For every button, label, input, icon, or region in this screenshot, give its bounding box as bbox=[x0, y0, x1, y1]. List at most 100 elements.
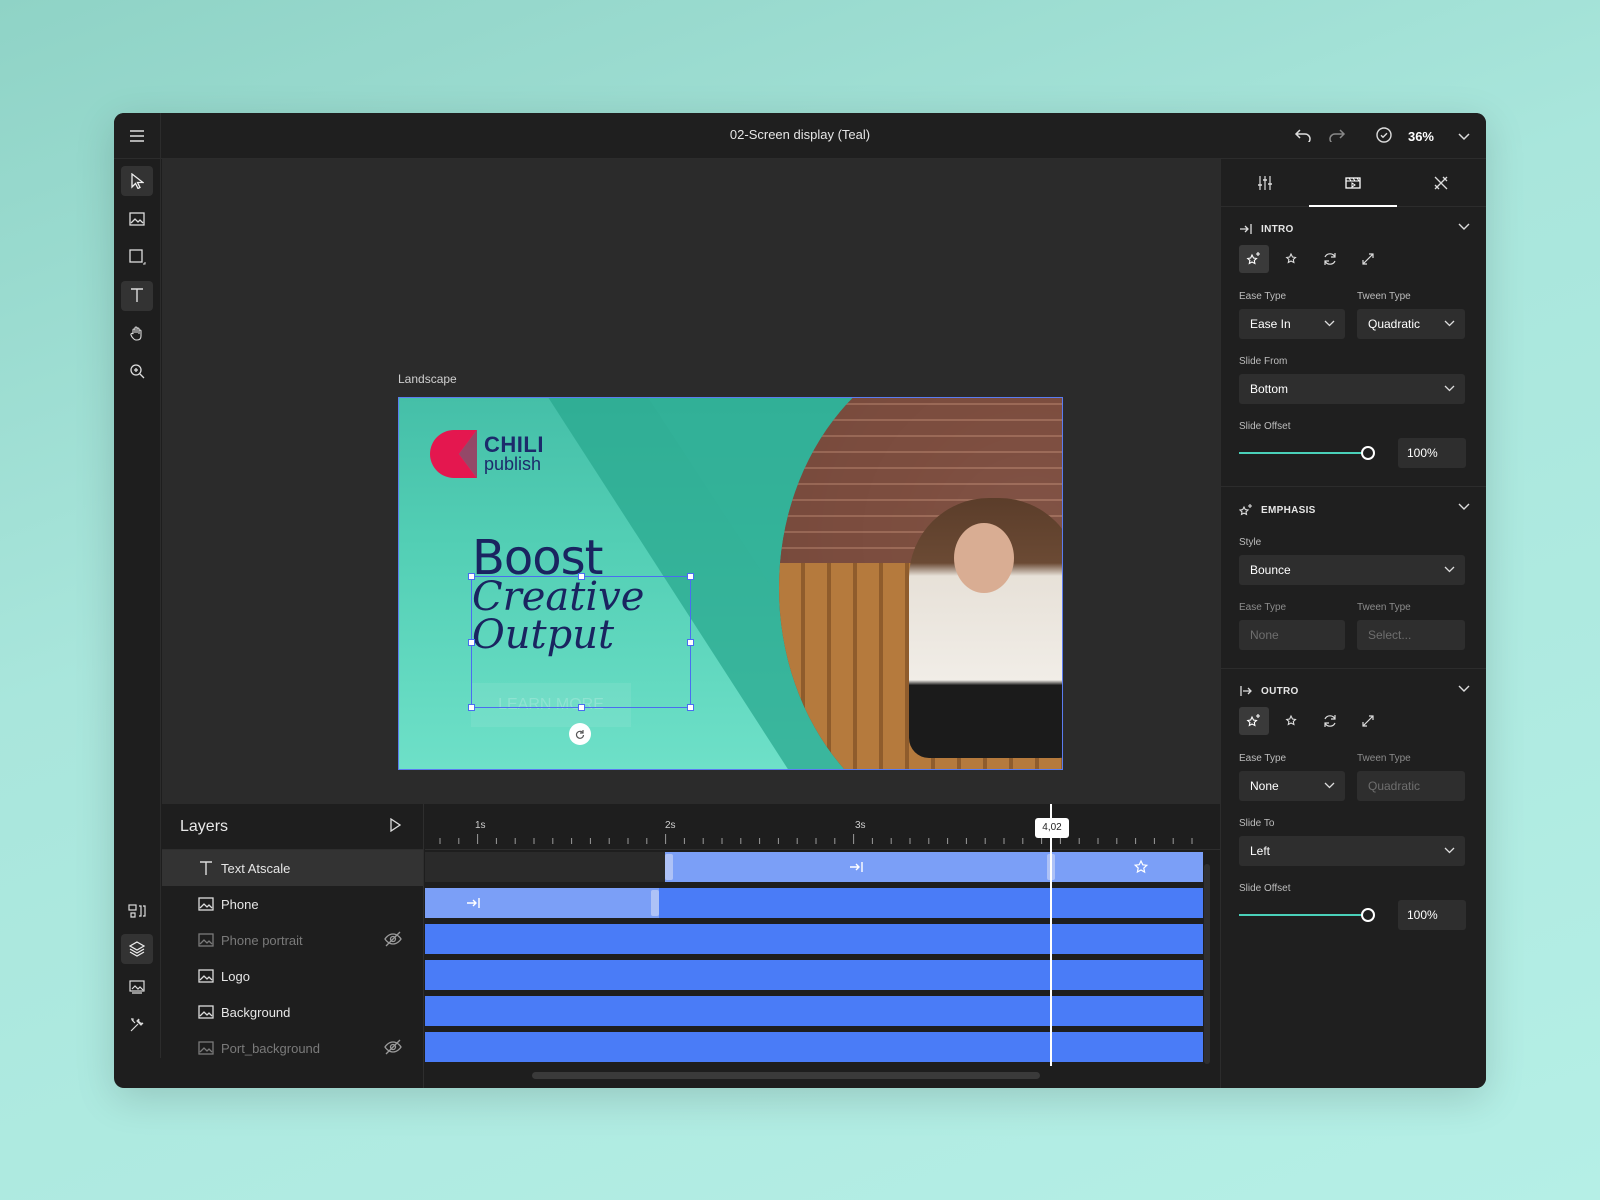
eye-off-icon[interactable] bbox=[383, 1039, 403, 1058]
redo-icon[interactable] bbox=[1328, 128, 1346, 145]
intro-slide-offset-input[interactable]: 100% bbox=[1398, 438, 1466, 468]
slide-in-icon bbox=[467, 898, 480, 908]
text-tool[interactable] bbox=[121, 280, 153, 310]
emphasis-ease-type-label: Ease Type bbox=[1239, 602, 1287, 613]
settings-tool[interactable] bbox=[121, 1010, 153, 1040]
track-logo[interactable] bbox=[425, 960, 1203, 990]
intro-slide-from-label: Slide From bbox=[1239, 356, 1288, 367]
outro-slide-offset-slider[interactable] bbox=[1239, 908, 1375, 922]
tab-adjustments[interactable] bbox=[1221, 159, 1309, 207]
segment-start-handle[interactable] bbox=[665, 854, 673, 880]
intro-ease-type-select[interactable]: Ease In bbox=[1239, 309, 1345, 339]
playhead-time[interactable]: 4,02 bbox=[1035, 818, 1069, 838]
play-icon bbox=[390, 817, 402, 833]
emphasis-tween-type-select: Select... bbox=[1357, 620, 1465, 650]
emphasis-header[interactable]: EMPHASIS bbox=[1239, 503, 1316, 517]
outro-slide-offset-input[interactable]: 100% bbox=[1398, 900, 1466, 930]
zoom-chevron-down-icon[interactable] bbox=[1458, 129, 1470, 144]
resize-handle-nw[interactable] bbox=[468, 573, 475, 580]
effect-fade-button[interactable] bbox=[1239, 707, 1269, 735]
zoom-tool[interactable] bbox=[121, 356, 153, 386]
layers-tool[interactable] bbox=[121, 934, 153, 964]
effect-star-button[interactable] bbox=[1277, 707, 1307, 735]
selection-box[interactable] bbox=[468, 573, 694, 711]
resize-handle-ne[interactable] bbox=[687, 573, 694, 580]
layer-row[interactable]: Port_background bbox=[162, 1030, 423, 1066]
tools-icon bbox=[130, 1018, 144, 1032]
resize-handle-n[interactable] bbox=[578, 573, 585, 580]
intro-slide-from-select[interactable]: Bottom bbox=[1239, 374, 1465, 404]
track-text-atscale[interactable] bbox=[425, 852, 1203, 882]
layer-row[interactable]: Logo bbox=[162, 958, 423, 994]
app-window: 02-Screen display (Teal) 36% Landscape C… bbox=[114, 113, 1486, 1088]
slider-knob[interactable] bbox=[1361, 446, 1375, 460]
artboard-landscape[interactable]: CHILI publish Boost Creative Output LEAR… bbox=[398, 397, 1063, 770]
phone-intro-segment[interactable] bbox=[425, 888, 659, 918]
effect-scale-button[interactable] bbox=[1353, 707, 1383, 735]
effect-rotate-button[interactable] bbox=[1315, 707, 1345, 735]
layer-row[interactable]: Phone portrait bbox=[162, 922, 423, 958]
chevron-down-icon[interactable] bbox=[1458, 223, 1470, 231]
timeline-horizontal-scrollbar[interactable] bbox=[532, 1072, 1040, 1079]
variables-tool[interactable] bbox=[121, 896, 153, 926]
emphasis-style-select[interactable]: Bounce bbox=[1239, 555, 1465, 585]
image-tool[interactable] bbox=[121, 204, 153, 234]
intro-slide-offset-slider[interactable] bbox=[1239, 446, 1375, 460]
intro-segment[interactable] bbox=[665, 852, 1203, 882]
playhead[interactable] bbox=[1050, 804, 1052, 1066]
eye-off-icon[interactable] bbox=[383, 931, 403, 950]
hand-tool[interactable] bbox=[121, 318, 153, 348]
outro-slide-to-select[interactable]: Left bbox=[1239, 836, 1465, 866]
select-tool[interactable] bbox=[121, 166, 153, 196]
resize-handle-e[interactable] bbox=[687, 639, 694, 646]
track-background[interactable] bbox=[425, 996, 1203, 1026]
undo-icon[interactable] bbox=[1294, 128, 1312, 145]
effect-scale-button[interactable] bbox=[1353, 245, 1383, 273]
emphasis-title: EMPHASIS bbox=[1261, 504, 1316, 516]
timeline-ruler[interactable]: 1s 2s 3s bbox=[425, 804, 1220, 850]
chevron-down-icon[interactable] bbox=[1458, 503, 1470, 511]
hero-photo[interactable] bbox=[779, 398, 1062, 769]
check-circle-icon[interactable] bbox=[1376, 126, 1392, 146]
resize-handle-s[interactable] bbox=[578, 704, 585, 711]
outro-effect-buttons bbox=[1239, 707, 1383, 735]
refresh-icon bbox=[1324, 715, 1336, 727]
rotate-handle[interactable] bbox=[569, 723, 591, 745]
timeline-vertical-scrollbar[interactable] bbox=[1204, 864, 1210, 1064]
chevron-down-icon bbox=[1444, 566, 1455, 573]
resize-handle-se[interactable] bbox=[687, 704, 694, 711]
track-phone[interactable] bbox=[425, 888, 1203, 918]
resize-handle-w[interactable] bbox=[468, 639, 475, 646]
intro-header[interactable]: INTRO bbox=[1239, 223, 1294, 235]
track-phone-portrait[interactable] bbox=[425, 924, 1203, 954]
shape-tool[interactable] bbox=[121, 242, 153, 272]
outro-tween-type-label: Tween Type bbox=[1357, 753, 1411, 764]
resize-handle-sw[interactable] bbox=[468, 704, 475, 711]
slide-in-icon bbox=[850, 862, 863, 872]
zoom-level[interactable]: 36% bbox=[1408, 129, 1434, 144]
layer-row[interactable]: Text Atscale bbox=[162, 850, 423, 886]
effect-fade-button[interactable] bbox=[1239, 245, 1269, 273]
intro-slide-from-value: Bottom bbox=[1250, 382, 1289, 396]
layer-row[interactable]: Phone bbox=[162, 886, 423, 922]
effect-rotate-button[interactable] bbox=[1315, 245, 1345, 273]
outro-ease-type-select[interactable]: None bbox=[1239, 771, 1345, 801]
layer-name: Phone bbox=[221, 896, 259, 912]
intro-tween-type-select[interactable]: Quadratic bbox=[1357, 309, 1465, 339]
expand-icon bbox=[1362, 253, 1374, 265]
segment-end-handle[interactable] bbox=[651, 890, 659, 916]
track-port-background[interactable] bbox=[425, 1032, 1203, 1062]
layer-row[interactable]: Background bbox=[162, 994, 423, 1030]
effect-star-button[interactable] bbox=[1277, 245, 1307, 273]
design-canvas[interactable]: Landscape CHILI publish Boost Creative O… bbox=[162, 159, 1220, 804]
slider-knob[interactable] bbox=[1361, 908, 1375, 922]
tab-tools[interactable] bbox=[1397, 159, 1485, 207]
layers-title: Layers bbox=[180, 818, 229, 835]
media-tool[interactable] bbox=[121, 972, 153, 1002]
play-button[interactable] bbox=[389, 817, 402, 837]
outro-header[interactable]: OUTRO bbox=[1239, 685, 1299, 697]
tab-animation[interactable] bbox=[1309, 159, 1397, 207]
chevron-down-icon[interactable] bbox=[1458, 685, 1470, 693]
layer-name: Port_background bbox=[221, 1040, 321, 1056]
layer-name: Logo bbox=[221, 968, 250, 984]
